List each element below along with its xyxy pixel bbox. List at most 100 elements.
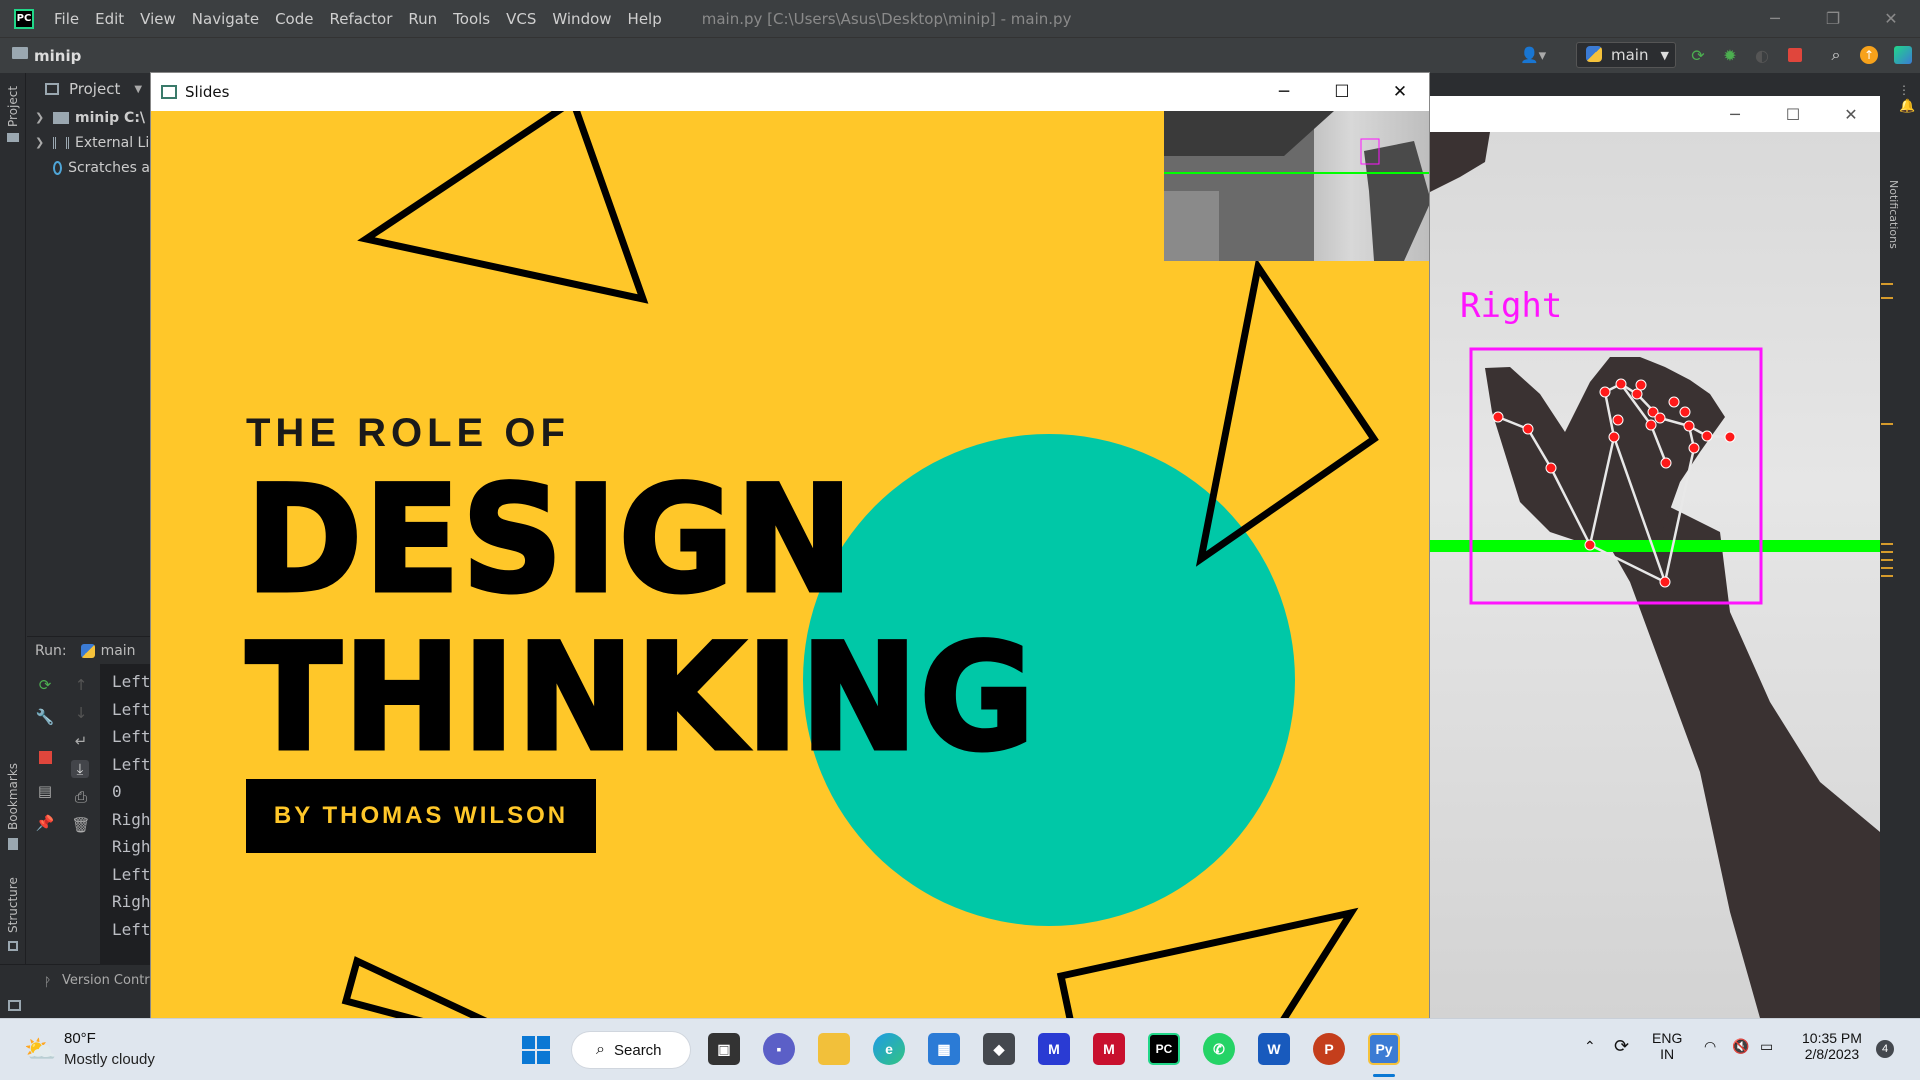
unity-icon[interactable]: ◆ <box>983 1033 1015 1065</box>
stop-icon[interactable] <box>39 751 52 764</box>
word-icon[interactable]: W <box>1258 1033 1290 1065</box>
minimize-icon[interactable]: ─ <box>1255 73 1313 111</box>
python-app-icon[interactable]: Py <box>1368 1033 1400 1065</box>
mathway-icon[interactable]: M <box>1038 1033 1070 1065</box>
bookmark-icon <box>8 838 18 850</box>
notifications-tool-tab[interactable]: Notifications <box>1887 180 1900 249</box>
run-tab-main[interactable]: main <box>101 643 136 659</box>
maximize-icon[interactable]: ☐ <box>1313 73 1371 111</box>
menu-help[interactable]: Help <box>628 10 662 28</box>
menu-navigate[interactable]: Navigate <box>192 10 259 28</box>
whatsapp-icon[interactable]: ✆ <box>1203 1033 1235 1065</box>
weather-cloud-icon[interactable]: ⛅ <box>24 1035 56 1065</box>
project-tool-tab[interactable]: Project <box>6 86 20 127</box>
slides-window: Slides ─ ☐ ✕ THE ROLE OF DESIGN THINKING… <box>150 72 1430 1020</box>
camera-thumbnail-image <box>1164 111 1429 261</box>
restore-icon[interactable]: ❐ <box>1804 0 1862 37</box>
scroll-to-end-icon[interactable]: ⤓ <box>71 760 89 778</box>
update-icon[interactable]: ↑ <box>1860 46 1878 64</box>
warning-marker <box>1881 423 1893 425</box>
menu-refactor[interactable]: Refactor <box>329 10 392 28</box>
version-control-tab[interactable]: Version Contro <box>62 973 157 988</box>
mcafee-icon[interactable]: M <box>1093 1033 1125 1065</box>
triangle-shape-bottom-left <box>341 956 490 1019</box>
trash-icon[interactable]: 🗑 <box>71 816 90 834</box>
layout-icon[interactable]: ▤ <box>36 782 54 800</box>
battery-icon[interactable]: ▭ <box>1760 1038 1773 1055</box>
console-line: 0 <box>112 782 122 801</box>
coverage-icon[interactable]: ◐ <box>1752 45 1772 65</box>
clock-date: 2/8/2023 <box>1804 1046 1860 1062</box>
soft-wrap-icon[interactable]: ↵ <box>72 732 90 750</box>
pin-icon[interactable]: 📌 <box>36 814 55 832</box>
wifi-icon[interactable]: ◠ <box>1704 1038 1716 1055</box>
tree-item-scratches[interactable]: Scratches a <box>27 155 150 180</box>
plugin-icon[interactable] <box>1894 46 1912 64</box>
user-icon[interactable]: 👤▾ <box>1520 46 1546 64</box>
chevron-down-icon: ▼ <box>1660 48 1669 62</box>
print-icon[interactable]: ⎙ <box>72 788 90 806</box>
file-explorer-icon[interactable] <box>818 1033 850 1065</box>
powerpoint-icon[interactable]: P <box>1313 1033 1345 1065</box>
rerun-icon[interactable]: ⟳ <box>1688 45 1708 65</box>
menu-edit[interactable]: Edit <box>95 10 124 28</box>
debug-icon[interactable]: ✹ <box>1720 45 1740 65</box>
maximize-icon[interactable]: ☐ <box>1764 96 1822 132</box>
bookmarks-tool-tab[interactable]: Bookmarks <box>6 763 20 830</box>
minimize-icon[interactable]: ─ <box>1706 96 1764 132</box>
menu-vcs[interactable]: VCS <box>506 10 536 28</box>
menu-window[interactable]: Window <box>552 10 611 28</box>
language-indicator[interactable]: ENG IN <box>1652 1030 1682 1062</box>
warning-marker <box>1881 575 1893 577</box>
pycharm-icon[interactable]: PC <box>1148 1033 1180 1065</box>
project-panel-header[interactable]: Project ▼ <box>27 73 150 105</box>
project-name[interactable]: minip <box>34 47 81 65</box>
camera-thumbnail-overlay <box>1164 111 1429 261</box>
run-config-label: main <box>1611 46 1649 64</box>
stop-icon[interactable] <box>1788 48 1802 62</box>
close-icon[interactable]: ✕ <box>1371 73 1429 111</box>
more-icon[interactable]: ⋮ <box>1898 83 1910 97</box>
slides-titlebar[interactable]: Slides ─ ☐ ✕ <box>151 73 1429 111</box>
taskbar-search[interactable]: ⌕ Search <box>572 1032 690 1068</box>
tree-item-external-libraries[interactable]: ❯ External Li <box>27 130 150 155</box>
tree-item-minip[interactable]: ❯ minip C:\ <box>27 105 150 130</box>
wrench-icon[interactable]: 🔧 <box>36 708 55 726</box>
edge-browser-icon[interactable]: e <box>873 1033 905 1065</box>
chevron-right-icon: ❯ <box>35 111 45 124</box>
ms-store-icon[interactable]: ▦ <box>928 1033 960 1065</box>
close-icon[interactable]: ✕ <box>1862 0 1920 37</box>
rerun-icon[interactable]: ⟳ <box>36 676 54 694</box>
close-icon[interactable]: ✕ <box>1822 96 1880 132</box>
weather-temperature[interactable]: 80°F <box>64 1030 96 1047</box>
console-output[interactable]: Left Left Left Left 0 Righ Righ Left Rig… <box>100 664 150 964</box>
clock[interactable]: 10:35 PM 2/8/2023 <box>1802 1030 1862 1062</box>
menu-tools[interactable]: Tools <box>453 10 490 28</box>
notification-badge[interactable]: 4 <box>1876 1040 1894 1058</box>
structure-tool-tab[interactable]: Structure <box>6 877 20 933</box>
task-view-icon[interactable]: ▣ <box>708 1033 740 1065</box>
arrow-down-icon[interactable]: ↓ <box>72 704 90 722</box>
camera-titlebar[interactable]: ─ ☐ ✕ <box>1430 96 1880 132</box>
menu-file[interactable]: File <box>54 10 79 28</box>
menu-view[interactable]: View <box>140 10 176 28</box>
arrow-up-icon[interactable]: ↑ <box>72 676 90 694</box>
weather-description[interactable]: Mostly cloudy <box>64 1051 155 1068</box>
vcs-branch-icon: ᚹ <box>44 975 52 989</box>
menu-run[interactable]: Run <box>408 10 437 28</box>
menu-code[interactable]: Code <box>275 10 313 28</box>
search-icon[interactable]: ⌕ <box>1826 45 1846 65</box>
teams-chat-icon[interactable]: ▪ <box>763 1033 795 1065</box>
bell-icon[interactable]: 🔔 <box>1899 99 1915 114</box>
volume-muted-icon[interactable]: 🔇 <box>1732 1038 1749 1055</box>
tree-item-label: minip C:\ <box>75 109 146 126</box>
panel-toggle-icon[interactable] <box>8 1000 21 1011</box>
sync-icon[interactable]: ⟳ <box>1614 1036 1629 1057</box>
chevron-up-icon[interactable]: ⌃ <box>1584 1038 1596 1055</box>
windows-start-icon[interactable] <box>522 1036 550 1064</box>
run-label: Run: <box>35 642 67 659</box>
minimize-icon[interactable]: ─ <box>1746 0 1804 37</box>
slide-title-line2: THINKING <box>244 612 1037 785</box>
console-line: Righ <box>112 837 150 856</box>
library-icon <box>53 136 69 149</box>
